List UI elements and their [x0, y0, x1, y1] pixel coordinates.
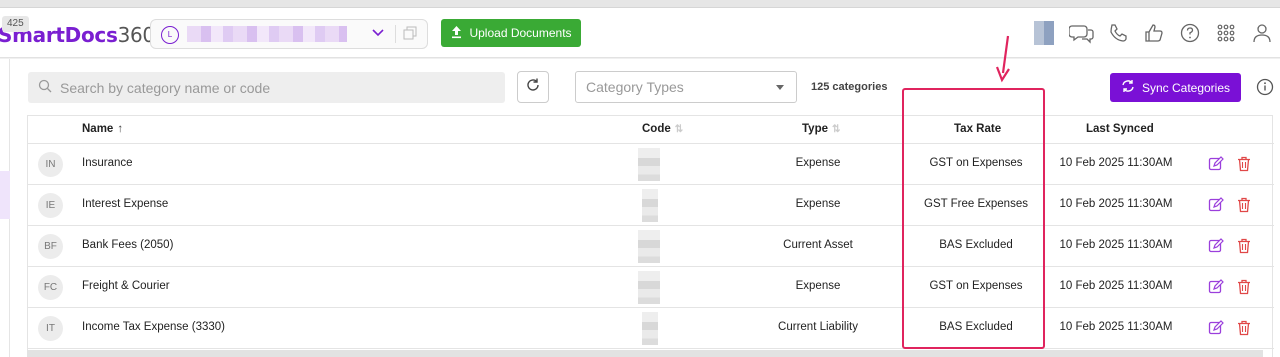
sort-icon: ⇅	[832, 123, 841, 135]
row-name: Freight & Courier	[82, 280, 170, 292]
header-icon-bar	[1034, 8, 1280, 58]
sync-categories-button[interactable]: Sync Categories	[1110, 73, 1241, 102]
table-row[interactable]: IT Income Tax Expense (3330) Current Lia…	[28, 308, 1274, 349]
row-name: Insurance	[82, 157, 133, 169]
row-last-synced: 10 Feb 2025 11:30AM	[1059, 157, 1173, 169]
row-type: Expense	[795, 157, 841, 169]
delete-icon[interactable]	[1236, 320, 1252, 336]
row-avatar: IN	[38, 152, 63, 177]
upload-button-label: Upload Documents	[469, 26, 572, 40]
help-icon[interactable]	[1172, 15, 1208, 51]
thumbs-up-icon[interactable]	[1136, 15, 1172, 51]
delete-icon[interactable]	[1236, 279, 1252, 295]
copy-icon[interactable]	[403, 26, 417, 40]
search-box[interactable]: Search by category name or code	[28, 72, 505, 103]
notification-badge: 425	[2, 16, 29, 32]
upload-icon	[450, 25, 463, 42]
app-header: SmartDocs360 425 L Upload Documents	[0, 8, 1280, 58]
row-code-redacted	[638, 271, 660, 304]
table-row[interactable]: FC Freight & Courier Expense GST on Expe…	[28, 267, 1274, 308]
tax-rate-highlight-annotation	[902, 88, 1045, 349]
search-icon	[38, 79, 52, 96]
row-code-redacted	[638, 230, 660, 263]
categories-table: Name ↑ Code ⇅ Type ⇅ Tax Rate Last Synce…	[27, 115, 1274, 357]
row-name: Bank Fees (2050)	[82, 239, 174, 251]
sort-icon: ⇅	[674, 123, 684, 135]
chat-icon[interactable]	[1064, 15, 1100, 51]
delete-icon[interactable]	[1236, 197, 1252, 213]
delete-icon[interactable]	[1236, 238, 1252, 254]
sidebar-active-item[interactable]	[0, 171, 10, 219]
edit-icon[interactable]	[1208, 238, 1224, 254]
sort-ascending-icon: ↑	[117, 123, 124, 135]
browser-top-strip	[0, 0, 1280, 8]
row-last-synced: 10 Feb 2025 11:30AM	[1059, 239, 1173, 251]
annotation-arrow-icon	[995, 35, 1015, 83]
row-name: Interest Expense	[82, 198, 169, 210]
categories-panel: Search by category name or code Category…	[10, 59, 1280, 357]
table-row[interactable]: IN Insurance Expense GST on Expenses 10 …	[28, 144, 1274, 185]
column-header-last-synced[interactable]: Last Synced	[1086, 123, 1154, 135]
row-type: Current Asset	[783, 239, 853, 251]
org-avatar: L	[161, 26, 179, 44]
column-last-synced-label: Last Synced	[1086, 123, 1154, 135]
category-types-select[interactable]: Category Types	[575, 71, 797, 103]
edit-icon[interactable]	[1208, 279, 1224, 295]
column-code-label: Code	[642, 123, 671, 135]
category-types-placeholder: Category Types	[586, 79, 684, 95]
table-scroll-area	[27, 350, 1263, 357]
profile-icon[interactable]	[1244, 15, 1280, 51]
phone-icon[interactable]	[1100, 15, 1136, 51]
row-last-synced: 10 Feb 2025 11:30AM	[1059, 280, 1173, 292]
row-last-synced: 10 Feb 2025 11:30AM	[1059, 198, 1173, 210]
row-name: Income Tax Expense (3330)	[82, 321, 225, 333]
row-type: Expense	[795, 198, 841, 210]
row-avatar: IT	[38, 316, 63, 341]
column-header-code[interactable]: Code ⇅	[642, 123, 683, 135]
refresh-icon	[525, 77, 541, 98]
org-divider	[395, 25, 396, 43]
table-header: Name ↑ Code ⇅ Type ⇅ Tax Rate Last Synce…	[28, 116, 1274, 144]
row-code-redacted	[642, 312, 658, 345]
column-name-label: Name	[82, 123, 114, 135]
row-type: Current Liability	[778, 321, 858, 333]
refresh-button[interactable]	[517, 71, 549, 103]
org-name-redacted	[187, 26, 347, 42]
apps-grid-icon[interactable]	[1208, 15, 1244, 51]
chevron-down-icon[interactable]	[371, 25, 385, 42]
row-last-synced: 10 Feb 2025 11:30AM	[1059, 321, 1173, 333]
search-input[interactable]: Search by category name or code	[60, 80, 270, 96]
sync-icon	[1121, 79, 1135, 96]
info-icon[interactable]	[1256, 78, 1274, 96]
edit-icon[interactable]	[1208, 320, 1224, 336]
upload-documents-button[interactable]: Upload Documents	[441, 19, 581, 47]
column-header-name[interactable]: Name ↑	[82, 123, 123, 135]
column-header-type[interactable]: Type ⇅	[802, 123, 840, 135]
row-avatar: IE	[38, 193, 63, 218]
category-count: 125 categories	[811, 81, 888, 93]
row-avatar: BF	[38, 234, 63, 259]
edit-icon[interactable]	[1208, 156, 1224, 172]
sync-button-label: Sync Categories	[1141, 80, 1231, 95]
row-avatar: FC	[38, 275, 63, 300]
row-code-redacted	[638, 148, 660, 181]
organization-selector[interactable]: L	[150, 19, 428, 49]
delete-icon[interactable]	[1236, 156, 1252, 172]
user-thumbnail-redacted[interactable]	[1034, 21, 1054, 45]
column-type-label: Type	[802, 123, 828, 135]
sidebar	[0, 59, 10, 357]
row-code-redacted	[642, 189, 658, 222]
dropdown-caret-icon	[776, 85, 784, 90]
edit-icon[interactable]	[1208, 197, 1224, 213]
table-row[interactable]: IE Interest Expense Expense GST Free Exp…	[28, 185, 1274, 226]
table-row[interactable]: BF Bank Fees (2050) Current Asset BAS Ex…	[28, 226, 1274, 267]
row-type: Expense	[795, 280, 841, 292]
